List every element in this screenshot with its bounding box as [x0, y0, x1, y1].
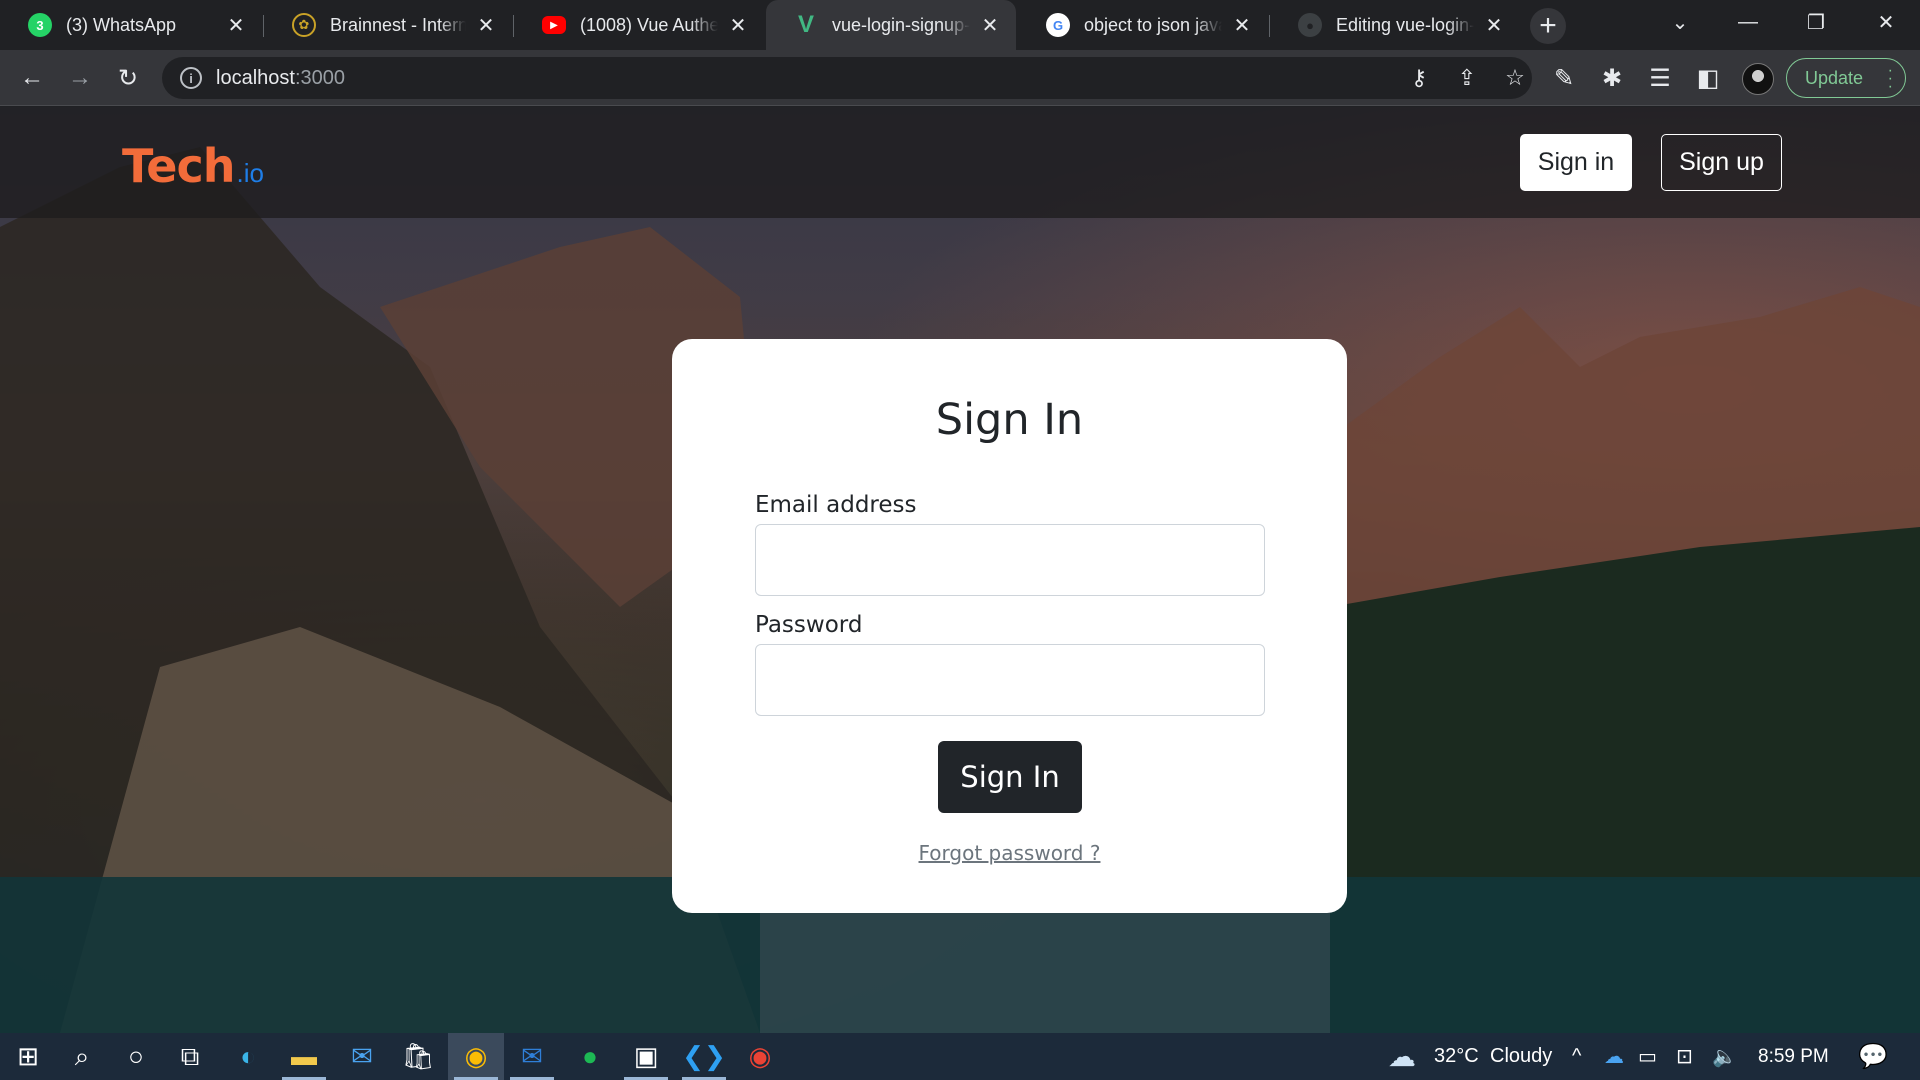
email-field[interactable] — [755, 524, 1265, 596]
brand-name: Tech — [122, 139, 235, 193]
minimize-icon[interactable]: — — [1720, 0, 1776, 44]
chevron-up-icon[interactable]: ^ — [1572, 1033, 1581, 1080]
github-icon: ● — [1298, 13, 1322, 37]
task-view-icon[interactable]: ⧉ — [162, 1033, 218, 1080]
forward-arrow-icon[interactable]: → — [62, 60, 98, 96]
tab-google-search[interactable]: G object to json javascr ✕ — [1018, 0, 1268, 50]
more-vertical-icon: · · · — [1887, 62, 1893, 95]
email-label: Email address — [755, 492, 917, 518]
google-icon: G — [1046, 13, 1070, 37]
youtube-icon: ▶ — [542, 16, 566, 34]
profile-avatar[interactable] — [1742, 63, 1774, 95]
network-icon[interactable]: ⊡ — [1676, 1033, 1693, 1080]
update-button[interactable]: Update · · · — [1786, 58, 1906, 98]
weather-temp[interactable]: 32°C — [1434, 1033, 1479, 1080]
form-title: Sign In — [935, 395, 1084, 445]
restore-icon[interactable]: ❐ — [1788, 0, 1844, 44]
cortana-icon[interactable]: ○ — [108, 1033, 164, 1080]
close-icon[interactable]: ✕ — [224, 13, 248, 37]
tab-title: Editing vue-login-sign — [1336, 14, 1474, 35]
whatsapp-icon: 3 — [28, 13, 52, 37]
store-icon[interactable]: 🛍 — [390, 1033, 446, 1080]
nav-sign-up-button[interactable]: Sign up — [1661, 134, 1782, 191]
edge-icon[interactable]: ◐ — [220, 1033, 276, 1080]
tab-title: (1008) Vue Authentica — [580, 14, 718, 35]
close-icon[interactable]: ✕ — [726, 13, 750, 37]
sign-in-card: Sign In Email address Password Sign In F… — [672, 339, 1347, 913]
share-icon[interactable]: ⇪ — [1450, 61, 1484, 95]
browser-tab-strip: 3 (3) WhatsApp ✕ ✿ Brainnest - Intern/Ju… — [0, 0, 1920, 50]
bookmark-star-icon[interactable]: ☆ — [1498, 61, 1532, 95]
browser-toolbar: ← → ↻ i localhost :3000 ⚷ ⇪ ☆ ✎ ✱ ☰ ◧ Up… — [0, 50, 1920, 106]
tab-whatsapp[interactable]: 3 (3) WhatsApp ✕ — [0, 0, 262, 50]
file-explorer-icon[interactable]: ▬ — [276, 1033, 332, 1080]
battery-icon[interactable]: ▭ — [1638, 1033, 1657, 1080]
vscode-icon[interactable]: ❮❯ — [676, 1033, 732, 1080]
search-icon[interactable]: ⌕ — [54, 1033, 110, 1080]
brainnest-icon: ✿ — [292, 13, 316, 37]
tab-vue-login-signup[interactable]: V vue-login-signup-ui ✕ — [766, 0, 1016, 50]
terminal-icon[interactable]: ▣ — [618, 1033, 674, 1080]
password-field[interactable] — [755, 644, 1265, 716]
close-icon[interactable]: ✕ — [1482, 13, 1506, 37]
page-viewport: Tech .io Sign in Sign up Sign In Email a… — [0, 107, 1920, 1033]
tab-title: vue-login-signup-ui — [832, 14, 970, 35]
volume-icon[interactable]: 🔈 — [1712, 1033, 1737, 1080]
brand-logo[interactable]: Tech .io — [122, 139, 264, 193]
clock-time[interactable]: 8:59 PM — [1758, 1033, 1829, 1080]
outlook-icon[interactable]: ✉ — [504, 1033, 560, 1080]
new-tab-button[interactable]: + — [1530, 8, 1566, 44]
url-port: :3000 — [294, 66, 345, 89]
password-label: Password — [755, 612, 863, 638]
back-arrow-icon[interactable]: ← — [14, 60, 50, 96]
tab-brainnest[interactable]: ✿ Brainnest - Intern/Jun ✕ — [264, 0, 512, 50]
chrome-secondary-icon[interactable]: ◉ — [732, 1033, 788, 1080]
tab-github-editing[interactable]: ● Editing vue-login-sign ✕ — [1270, 0, 1520, 50]
vue-icon: V — [797, 11, 814, 38]
close-icon[interactable]: ✕ — [474, 13, 498, 37]
tab-title: (3) WhatsApp — [66, 14, 177, 35]
close-icon[interactable]: ✕ — [1230, 13, 1254, 37]
tab-title: Brainnest - Intern/Jun — [330, 14, 466, 35]
tab-youtube[interactable]: ▶ (1008) Vue Authentica ✕ — [514, 0, 764, 50]
tab-search-chevron-icon[interactable]: ⌄ — [1652, 0, 1708, 44]
chrome-taskbar-icon[interactable]: ◉ — [448, 1033, 504, 1080]
close-window-icon[interactable]: ✕ — [1858, 0, 1914, 44]
onedrive-icon[interactable]: ☁ — [1604, 1033, 1624, 1080]
windows-start-icon[interactable]: ⊞ — [0, 1033, 56, 1080]
pen-extension-icon[interactable]: ✎ — [1546, 60, 1582, 96]
site-info-icon[interactable]: i — [180, 67, 202, 89]
app-navbar: Tech .io Sign in Sign up — [0, 107, 1920, 218]
brand-suffix: .io — [236, 158, 264, 188]
key-icon[interactable]: ⚷ — [1402, 61, 1436, 95]
address-bar[interactable]: i localhost :3000 ⚷ ⇪ ☆ — [162, 57, 1532, 99]
mail-icon[interactable]: ✉ — [334, 1033, 390, 1080]
url-host: localhost — [216, 66, 295, 89]
side-panel-icon[interactable]: ◧ — [1690, 60, 1726, 96]
reload-icon[interactable]: ↻ — [110, 60, 146, 96]
notification-icon[interactable]: 💬 — [1858, 1033, 1888, 1080]
sign-in-submit-button[interactable]: Sign In — [938, 741, 1082, 813]
windows-taskbar: ⊞ ⌕ ○ ⧉ ◐ ▬ ✉ 🛍 ◉ ✉ ● ▣ ❮❯ ◉ ☁ 32°C Clou… — [0, 1033, 1920, 1080]
weather-condition[interactable]: Cloudy — [1490, 1033, 1552, 1080]
nav-sign-in-button[interactable]: Sign in — [1520, 134, 1632, 191]
extensions-puzzle-icon[interactable]: ✱ — [1594, 60, 1630, 96]
tab-title: object to json javascr — [1084, 14, 1222, 35]
spotify-icon[interactable]: ● — [562, 1033, 618, 1080]
cloudy-weather-icon[interactable]: ☁ — [1388, 1033, 1416, 1080]
media-queue-icon[interactable]: ☰ — [1642, 60, 1678, 96]
close-icon[interactable]: ✕ — [978, 13, 1002, 37]
forgot-password-link[interactable]: Forgot password ? — [672, 841, 1347, 865]
update-label: Update — [1805, 67, 1864, 88]
